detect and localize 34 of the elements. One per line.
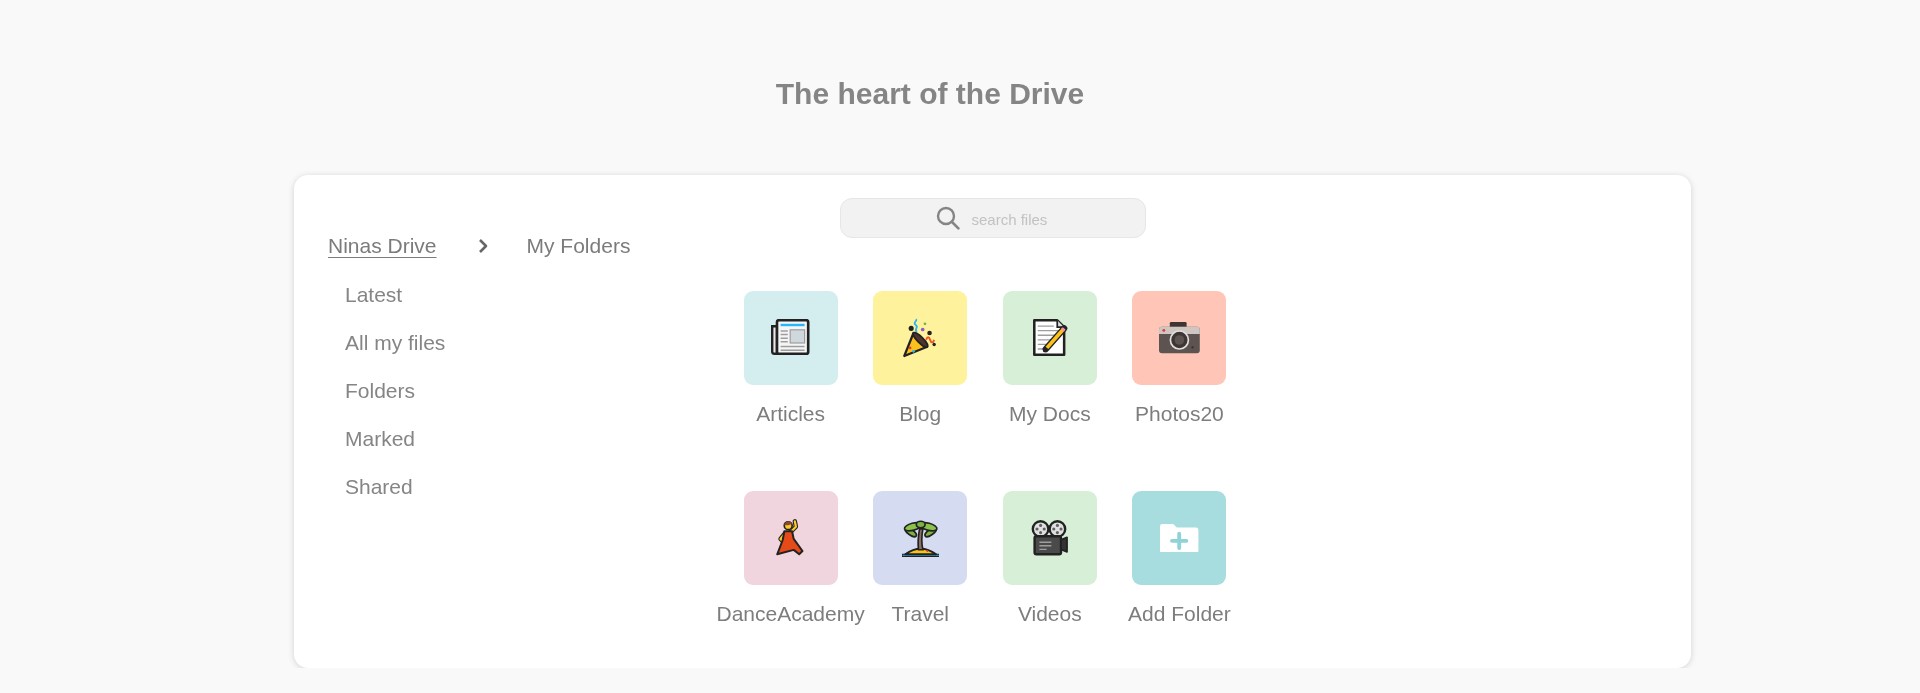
add-folder-label: Add Folder	[1128, 602, 1231, 626]
folder-name: My Docs	[1008, 402, 1091, 426]
search-icon	[935, 206, 960, 230]
breadcrumb-current: My Folders	[526, 234, 631, 258]
page-title: The heart of the Drive	[775, 78, 1085, 110]
folder-tile[interactable]	[743, 291, 838, 385]
nav-item[interactable]: Latest	[345, 283, 403, 307]
folder-name: Travel	[891, 602, 949, 626]
nav-item[interactable]: Marked	[345, 427, 416, 451]
folder-name: Blog	[899, 402, 942, 426]
party-popper-icon	[902, 317, 938, 359]
nav-item[interactable]: All my files	[345, 331, 446, 355]
chevron-right-icon	[477, 238, 488, 254]
nav-item[interactable]: Shared	[345, 475, 413, 499]
folder-name: DanceAcademy	[716, 602, 865, 626]
folder-tile[interactable]	[743, 491, 838, 585]
film-projector-icon	[1030, 520, 1069, 556]
memo-icon	[1032, 318, 1068, 358]
breadcrumb-link[interactable]: Ninas Drive	[328, 234, 437, 258]
folder-plus-icon	[1160, 523, 1199, 553]
folder-name: Articles	[756, 402, 826, 426]
folder-tile[interactable]	[873, 491, 968, 585]
folder-name: Photos20	[1135, 402, 1224, 426]
folder-tile[interactable]	[1002, 291, 1097, 385]
camera-icon	[1159, 322, 1200, 354]
folder-tile[interactable]	[1002, 491, 1097, 585]
folder-tile[interactable]	[1132, 291, 1227, 385]
folder-tile[interactable]	[873, 291, 968, 385]
nav-item[interactable]: Folders	[345, 379, 416, 403]
folder-name: Videos	[1017, 602, 1082, 626]
palm-island-icon	[901, 518, 939, 558]
dancer-icon	[775, 518, 806, 558]
add-folder-tile[interactable]	[1132, 491, 1227, 585]
newspaper-icon	[770, 319, 811, 357]
